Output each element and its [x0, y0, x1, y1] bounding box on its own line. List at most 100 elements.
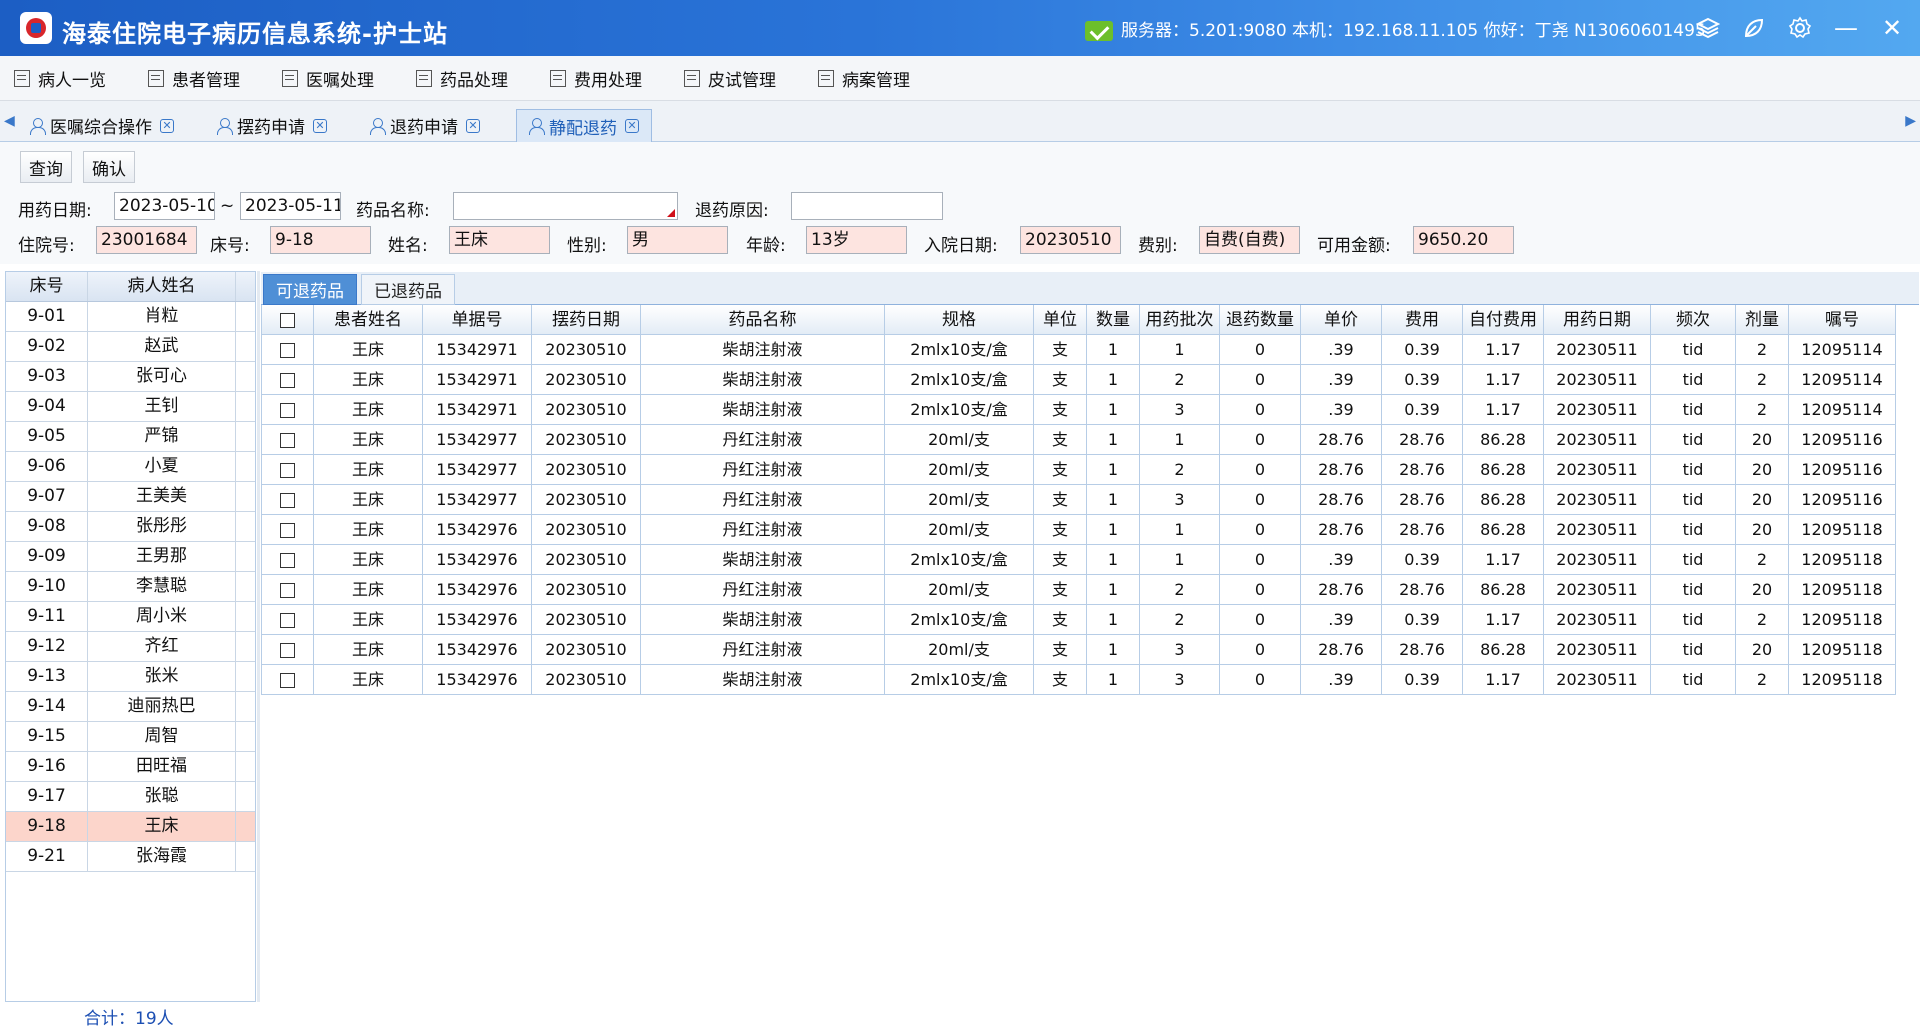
row-select-cell[interactable] [262, 605, 314, 635]
table-row[interactable]: 王床 15342971 20230510 柴胡注射液 2mlx10支/盒支 1 3 0.39 0… [262, 395, 1896, 425]
patient-row[interactable]: 9-09 王男那 [6, 542, 255, 572]
tab-close-icon[interactable]: ✕ [466, 118, 480, 133]
tab-scroll-right-icon[interactable]: ▶ [1905, 113, 1916, 129]
table-row[interactable]: 王床 15342977 20230510 丹红注射液 20ml/支支 1 2 0 28.76 28… [262, 455, 1896, 485]
patient-row[interactable]: 9-01 肖粒 [6, 302, 255, 332]
tab-dispense-request[interactable]: 摆药申请 ✕ [205, 109, 339, 142]
row-checkbox[interactable] [280, 673, 295, 688]
row-checkbox[interactable] [280, 523, 295, 538]
column-header-medication-date[interactable]: 用药日期 [1544, 305, 1651, 335]
patient-row[interactable]: 9-13 张米 [6, 662, 255, 692]
row-checkbox[interactable] [280, 343, 295, 358]
row-checkbox[interactable] [280, 643, 295, 658]
column-header-patient-name[interactable]: 病人姓名 [88, 272, 236, 301]
tab-close-icon[interactable]: ✕ [313, 118, 327, 133]
tab-close-icon[interactable]: ✕ [160, 118, 174, 133]
table-row[interactable]: 王床 15342976 20230510 丹红注射液 20ml/支支 1 2 0 28.76 28… [262, 575, 1896, 605]
patient-row[interactable]: 9-06 小夏 [6, 452, 255, 482]
column-header-specification[interactable]: 规格 [885, 305, 1034, 335]
row-checkbox[interactable] [280, 463, 295, 478]
table-row[interactable]: 王床 15342976 20230510 丹红注射液 20ml/支支 1 3 0 28.76 28… [262, 635, 1896, 665]
patient-row[interactable]: 9-04 王钊 [6, 392, 255, 422]
tab-returned-drugs[interactable]: 已退药品 [361, 274, 455, 305]
table-row[interactable]: 王床 15342976 20230510 柴胡注射液 2mlx10支/盒支 1 2 0.39 0… [262, 605, 1896, 635]
row-select-cell[interactable] [262, 575, 314, 605]
panel-splitter[interactable] [257, 271, 260, 1002]
tab-close-icon[interactable]: ✕ [625, 119, 639, 133]
patient-row[interactable]: 9-15 周智 [6, 722, 255, 752]
tab-order-operations[interactable]: 医嘱综合操作 ✕ [18, 109, 186, 142]
column-header-dose[interactable]: 剂量 [1736, 305, 1789, 335]
column-header-frequency[interactable]: 频次 [1651, 305, 1736, 335]
row-select-cell[interactable] [262, 665, 314, 695]
table-row[interactable]: 王床 15342977 20230510 丹红注射液 20ml/支支 1 3 0 28.76 28… [262, 485, 1896, 515]
row-select-cell[interactable] [262, 515, 314, 545]
select-all-checkbox[interactable] [280, 312, 295, 328]
patient-row[interactable]: 9-05 严锦 [6, 422, 255, 452]
tab-returnable-drugs[interactable]: 可退药品 [263, 274, 357, 305]
date-to-input[interactable]: 2023-05-11 [240, 192, 341, 220]
row-select-cell[interactable] [262, 395, 314, 425]
row-select-cell[interactable] [262, 425, 314, 455]
patient-row[interactable]: 9-21 张海霞 [6, 842, 255, 872]
patient-row[interactable]: 9-02 赵武 [6, 332, 255, 362]
column-header-order-no[interactable]: 嘱号 [1789, 305, 1896, 335]
row-select-cell[interactable] [262, 545, 314, 575]
row-select-cell[interactable] [262, 365, 314, 395]
tab-return-request[interactable]: 退药申请 ✕ [358, 109, 492, 142]
patient-row[interactable]: 9-11 周小米 [6, 602, 255, 632]
menu-item-skin-test[interactable]: 皮试管理 [684, 66, 776, 91]
menu-item-patient-management[interactable]: 患者管理 [148, 66, 240, 91]
reason-input[interactable] [791, 192, 943, 220]
row-checkbox[interactable] [280, 553, 295, 568]
column-header-cost[interactable]: 费用 [1382, 305, 1463, 335]
table-row[interactable]: 王床 15342976 20230510 柴胡注射液 2mlx10支/盒支 1 3 0.39 0… [262, 665, 1896, 695]
patient-row[interactable]: 9-10 李慧聪 [6, 572, 255, 602]
table-row[interactable]: 王床 15342971 20230510 柴胡注射液 2mlx10支/盒支 1 1 0.39 0… [262, 335, 1896, 365]
menu-item-drug-processing[interactable]: 药品处理 [416, 66, 508, 91]
confirm-button[interactable]: 确认 [83, 151, 135, 183]
column-header-batch[interactable]: 用药批次 [1140, 305, 1220, 335]
query-button[interactable]: 查询 [20, 151, 72, 183]
column-header-quantity[interactable]: 数量 [1087, 305, 1140, 335]
minimize-icon[interactable]: — [1830, 12, 1862, 44]
menu-item-patient-overview[interactable]: 病人一览 [14, 66, 106, 91]
row-checkbox[interactable] [280, 583, 295, 598]
patient-row[interactable]: 9-16 田旺福 [6, 752, 255, 782]
column-header-drug-name[interactable]: 药品名称 [641, 305, 885, 335]
tab-iv-return[interactable]: 静配退药 ✕ [516, 109, 652, 142]
column-header-bed[interactable]: 床号 [6, 272, 88, 301]
menu-item-fee-processing[interactable]: 费用处理 [550, 66, 642, 91]
patient-row[interactable]: 9-07 王美美 [6, 482, 255, 512]
table-row[interactable]: 王床 15342971 20230510 柴胡注射液 2mlx10支/盒支 1 2 0.39 0… [262, 365, 1896, 395]
table-row[interactable]: 王床 15342976 20230510 柴胡注射液 2mlx10支/盒支 1 1 0.39 0… [262, 545, 1896, 575]
table-row[interactable]: 王床 15342976 20230510 丹红注射液 20ml/支支 1 1 0 28.76 28… [262, 515, 1896, 545]
column-header-unit[interactable]: 单位 [1034, 305, 1087, 335]
row-select-cell[interactable] [262, 635, 314, 665]
row-checkbox[interactable] [280, 433, 295, 448]
drug-name-input[interactable] [453, 192, 678, 220]
column-header-unit-price[interactable]: 单价 [1301, 305, 1382, 335]
patient-row[interactable]: 9-14 迪丽热巴 [6, 692, 255, 722]
row-checkbox[interactable] [280, 373, 295, 388]
tab-scroll-left-icon[interactable]: ◀ [4, 113, 15, 129]
row-select-cell[interactable] [262, 455, 314, 485]
layers-icon[interactable] [1692, 12, 1724, 44]
row-checkbox[interactable] [280, 493, 295, 508]
row-select-cell[interactable] [262, 485, 314, 515]
column-header-dispense-date[interactable]: 摆药日期 [532, 305, 641, 335]
column-header-patient-name[interactable]: 患者姓名 [314, 305, 423, 335]
close-icon[interactable]: ✕ [1876, 12, 1908, 44]
patient-row[interactable]: 9-18 王床 [6, 812, 255, 842]
column-header-self-pay-cost[interactable]: 自付费用 [1463, 305, 1544, 335]
table-row[interactable]: 王床 15342977 20230510 丹红注射液 20ml/支支 1 1 0 28.76 28… [262, 425, 1896, 455]
column-header-document-no[interactable]: 单据号 [423, 305, 532, 335]
column-header-return-quantity[interactable]: 退药数量 [1220, 305, 1301, 335]
row-checkbox[interactable] [280, 613, 295, 628]
row-select-cell[interactable] [262, 335, 314, 365]
patient-row[interactable]: 9-12 齐红 [6, 632, 255, 662]
patient-row[interactable]: 9-17 张聪 [6, 782, 255, 812]
leaf-icon[interactable] [1738, 12, 1770, 44]
settings-icon[interactable] [1784, 12, 1816, 44]
patient-row[interactable]: 9-08 张彤彤 [6, 512, 255, 542]
